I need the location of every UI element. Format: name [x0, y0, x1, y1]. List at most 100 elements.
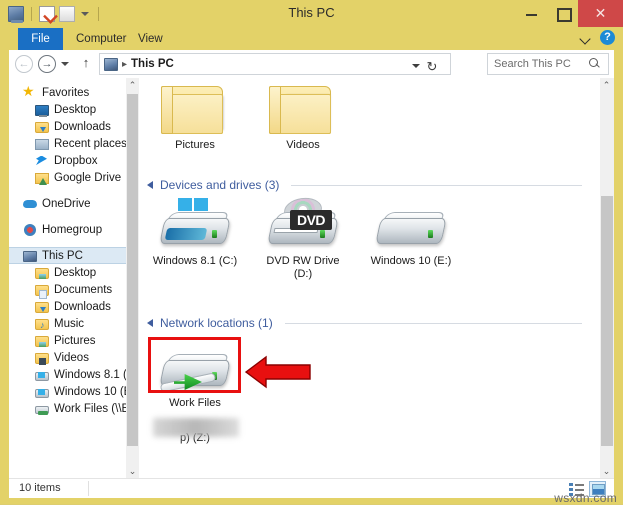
pictures-folder-icon [35, 336, 49, 347]
videos-folder-icon [35, 353, 49, 365]
breadcrumb[interactable]: ▸ This PC ↻ [99, 53, 451, 75]
sidebar-item-label: Music [54, 317, 85, 330]
tab-file[interactable]: File [18, 28, 63, 50]
this-pc-icon [23, 250, 37, 262]
sidebar-item-google-drive[interactable]: Google Drive [9, 169, 139, 186]
sidebar-item-downloads[interactable]: Downloads [9, 298, 139, 315]
documents-folder-icon [35, 285, 49, 299]
music-folder-icon [35, 319, 49, 330]
status-divider [88, 481, 89, 496]
nav-scroll-down-icon[interactable]: ⌄ [126, 464, 139, 478]
sidebar-item-label: Documents [54, 283, 113, 296]
tile-dvd-rw-drive-d[interactable]: DVD DVD RW Drive (D:) [255, 195, 351, 281]
expand-ribbon-icon[interactable] [580, 32, 592, 44]
network-drive-icon [35, 405, 49, 415]
sidebar-item-desktop[interactable]: Desktop [9, 264, 139, 281]
breadcrumb-this-pc-icon [104, 57, 118, 71]
collapse-triangle-icon[interactable] [147, 319, 153, 327]
sidebar-item-homegroup[interactable]: Homegroup [9, 221, 139, 238]
back-button[interactable]: ← [15, 55, 33, 73]
tile-label: Windows 10 (E:) [370, 255, 452, 267]
sidebar-item-windows-10-e[interactable]: Windows 10 (E:) [9, 383, 139, 400]
watermark: wsxdn.com [554, 491, 617, 505]
tab-view[interactable]: View [128, 28, 173, 50]
close-button[interactable]: ✕ [578, 0, 623, 27]
minimize-button[interactable] [516, 0, 547, 27]
tile-windows-81-c[interactable]: Windows 8.1 (C:) [147, 198, 243, 268]
red-highlight-box [148, 337, 241, 393]
tile-label: Windows 8.1 (C:) [152, 255, 238, 267]
search-box[interactable]: Search This PC [487, 53, 609, 75]
sidebar-item-favorites[interactable]: Favorites [9, 83, 139, 101]
recent-locations-icon[interactable] [61, 60, 71, 68]
sidebar-item-dropbox[interactable]: Dropbox [9, 152, 139, 169]
nav-scroll-up-icon[interactable]: ⌃ [126, 78, 139, 92]
dvd-badge: DVD [290, 210, 332, 230]
sidebar-item-recent-places[interactable]: Recent places [9, 135, 139, 152]
breadcrumb-dropdown-icon[interactable] [412, 63, 422, 71]
sidebar-item-desktop[interactable]: Desktop [9, 101, 139, 118]
collapse-triangle-icon[interactable] [147, 181, 153, 189]
group-header-devices-and-drives[interactable]: Devices and drives (3) [147, 178, 582, 192]
hard-drive-icon [35, 388, 49, 398]
group-header-network-locations[interactable]: Network locations (1) [147, 316, 582, 330]
maximize-button[interactable] [547, 0, 578, 27]
sidebar-item-label: Desktop [54, 266, 97, 279]
content-scroll-down-icon[interactable]: ⌄ [600, 464, 613, 478]
content-scrollbar[interactable]: ⌃ ⌄ [600, 78, 614, 478]
tile-videos[interactable]: Videos [255, 82, 351, 152]
group-header-rule [291, 184, 582, 186]
up-button[interactable]: ↑ [79, 56, 93, 72]
sidebar-item-downloads[interactable]: Downloads [9, 118, 139, 135]
item-count-label: 10 items [19, 482, 61, 494]
sidebar-item-label: Favorites [42, 86, 90, 99]
forward-button[interactable]: → [38, 55, 56, 73]
sidebar-item-documents[interactable]: Documents [9, 281, 139, 299]
windows-drive-icon [158, 198, 232, 252]
tile-windows-10-e[interactable]: Windows 10 (E:) [363, 198, 459, 268]
status-bar: 10 items [9, 478, 614, 498]
content-scroll-up-icon[interactable]: ⌃ [600, 78, 613, 92]
explorer-window: This PC ✕ File Computer View ? ← → ↑ ▸ T… [0, 0, 623, 505]
hard-drive-icon [35, 371, 49, 381]
sidebar-item-work-files-benz[interactable]: Work Files (\\BENZ [9, 400, 139, 417]
sidebar-item-this-pc[interactable]: This PC [9, 247, 139, 264]
downloads-folder-icon [35, 122, 49, 133]
content-pane: Pictures Videos Devices and drives (3) W… [139, 78, 614, 478]
sidebar-item-pictures[interactable]: Pictures [9, 332, 139, 349]
downloads-folder-icon [35, 302, 49, 313]
sidebar-item-label: Google Drive [54, 171, 122, 184]
navigation-list: Favorites Desktop Downloads Recent places Dr… [9, 78, 139, 417]
sidebar-item-label: OneDrive [42, 197, 91, 210]
nav-group-gap [9, 212, 139, 221]
sidebar-item-onedrive[interactable]: OneDrive [9, 195, 139, 212]
search-icon [587, 57, 603, 71]
group-header-label: Network locations (1) [160, 316, 273, 330]
pictures-folder-large-icon [161, 82, 229, 136]
sidebar-item-music[interactable]: Music [9, 315, 139, 332]
star-icon [22, 83, 37, 100]
sidebar-item-videos[interactable]: Videos [9, 349, 139, 366]
help-icon[interactable]: ? [600, 30, 615, 45]
tab-computer[interactable]: Computer [66, 28, 137, 50]
sidebar-item-label: Videos [54, 351, 89, 364]
nav-scroll-thumb[interactable] [127, 94, 138, 446]
group-header-label: Devices and drives (3) [160, 178, 280, 192]
navigation-scrollbar[interactable]: ⌃ ⌄ [126, 78, 139, 478]
tile-label: Pictures [175, 139, 215, 151]
tile-pictures[interactable]: Pictures [147, 82, 243, 152]
tile-label: Videos [286, 139, 320, 151]
window-controls: ✕ [516, 0, 623, 27]
refresh-icon[interactable]: ↻ [424, 59, 440, 75]
explorer-body: Favorites Desktop Downloads Recent places Dr… [9, 78, 614, 478]
sidebar-item-windows-8-1-c[interactable]: Windows 8.1 (C:) [9, 366, 139, 383]
videos-folder-large-icon [269, 82, 337, 136]
sidebar-item-label: This PC [42, 249, 83, 262]
desktop-folder-icon [35, 268, 49, 279]
content-scroll-thumb[interactable] [601, 196, 613, 446]
sidebar-item-label: Homegroup [42, 223, 103, 236]
recent-places-icon [35, 138, 49, 150]
nav-group-gap [9, 238, 139, 247]
search-input[interactable]: Search This PC [488, 58, 587, 70]
group-header-rule [284, 322, 582, 324]
